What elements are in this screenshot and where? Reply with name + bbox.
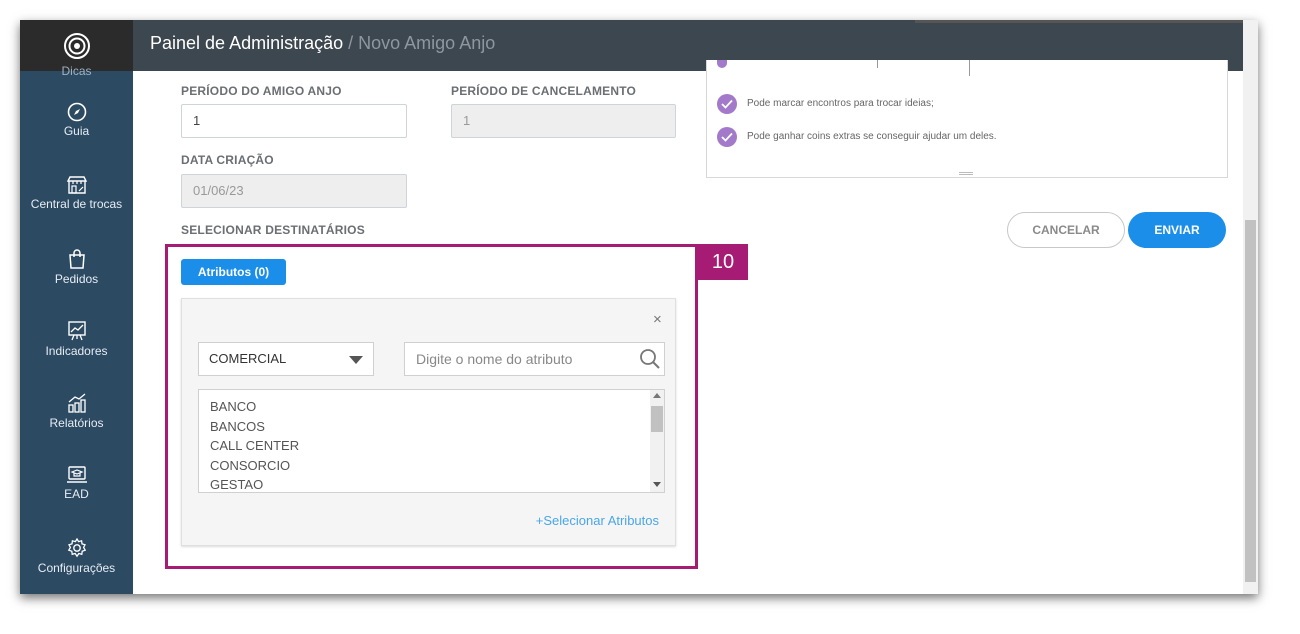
sidebar-item-label: Dicas — [61, 64, 92, 78]
breadcrumb-separator: / — [343, 33, 359, 53]
info-item: Pode marcar encontros para trocar ideias… — [747, 98, 934, 109]
data-criacao-label: DATA CRIAÇÃO — [181, 153, 274, 167]
info-panel: Pode marcar encontros para trocar ideias… — [706, 60, 1228, 178]
check-icon — [717, 94, 737, 114]
list-item[interactable]: CALL CENTER — [210, 438, 299, 453]
check-icon-partial — [717, 60, 727, 68]
periodo-cancelamento-label: PERÍODO DE CANCELAMENTO — [451, 84, 637, 98]
caret-down-icon — [349, 356, 363, 364]
sidebar-item-label: Guia — [63, 124, 90, 138]
sidebar-item-label: Relatórios — [49, 416, 104, 430]
add-attributes-link[interactable]: +Selecionar Atributos — [536, 513, 659, 528]
attributes-panel: × COMERCIAL Digite o nome do atributo BA… — [181, 298, 676, 546]
category-select[interactable]: COMERCIAL — [198, 342, 374, 376]
sidebar-item-guia[interactable]: Guia — [20, 102, 133, 138]
search-icon[interactable] — [639, 348, 661, 370]
scroll-down-icon[interactable] — [653, 482, 661, 487]
page-scrollbar[interactable] — [1243, 20, 1258, 594]
list-item[interactable]: GESTAO — [210, 477, 263, 492]
cancel-button[interactable]: CANCELAR — [1007, 212, 1125, 248]
sidebar-item-dicas[interactable]: Dicas — [20, 64, 133, 78]
selecionar-destinatarios-label: SELECIONAR DESTINATÁRIOS — [181, 223, 365, 237]
annotation-badge: 10 — [698, 244, 748, 280]
sidebar-item-label: Central de trocas — [30, 197, 123, 211]
chart-board-icon — [67, 321, 86, 341]
list-item[interactable]: BANCOS — [210, 419, 265, 434]
attribute-listbox[interactable]: BANCO BANCOS CALL CENTER CONSORCIO GESTA… — [198, 389, 665, 493]
tab-atributos[interactable]: Atributos (0) — [181, 259, 286, 285]
sidebar-item-pedidos[interactable]: Pedidos — [20, 248, 133, 286]
breadcrumb: Novo Amigo Anjo — [358, 33, 496, 53]
bar-growth-icon — [67, 393, 86, 413]
header-title: Painel de Administração — [150, 33, 344, 53]
divider — [969, 60, 970, 76]
logo-icon — [63, 32, 90, 59]
sidebar-item-ead[interactable]: EAD — [20, 465, 133, 501]
send-button[interactable]: ENVIAR — [1128, 212, 1226, 248]
info-item: Pode ganhar coins extras se conseguir aj… — [747, 131, 997, 142]
laptop-cap-icon — [66, 466, 87, 483]
periodo-amigo-label: PERÍODO DO AMIGO ANJO — [181, 84, 342, 98]
page-title: Painel de Administração / Novo Amigo Anj… — [150, 33, 495, 54]
sidebar-item-label: Pedidos — [54, 272, 99, 286]
scroll-up-icon[interactable] — [653, 393, 661, 398]
store-icon — [66, 176, 87, 194]
sidebar-item-label: Indicadores — [45, 344, 108, 358]
check-icon — [717, 127, 737, 147]
sidebar-item-label: Configurações — [37, 561, 116, 575]
divider — [877, 60, 878, 68]
list-item[interactable]: BANCO — [210, 399, 256, 414]
periodo-cancelamento-input: 1 — [451, 104, 676, 138]
top-strip — [915, 20, 1243, 23]
resize-handle-icon[interactable] — [959, 172, 973, 173]
attribute-search-placeholder: Digite o nome do atributo — [416, 351, 573, 367]
page-scroll-thumb[interactable] — [1245, 220, 1256, 582]
sidebar-item-indicadores[interactable]: Indicadores — [20, 320, 133, 358]
listbox-scrollbar[interactable] — [650, 390, 664, 492]
periodo-amigo-input[interactable]: 1 — [181, 104, 407, 138]
list-item[interactable]: CONSORCIO — [210, 458, 290, 473]
sidebar-item-configuracoes[interactable]: Configurações — [20, 537, 133, 575]
category-select-value: COMERCIAL — [209, 351, 287, 366]
close-icon[interactable]: × — [653, 311, 662, 328]
shopping-bag-icon — [68, 249, 85, 269]
sidebar-item-label: EAD — [64, 487, 89, 501]
sidebar-item-relatorios[interactable]: Relatórios — [20, 392, 133, 430]
attribute-search-input[interactable]: Digite o nome do atributo — [404, 342, 665, 376]
gear-icon — [67, 537, 86, 558]
data-criacao-input: 01/06/23 — [181, 174, 407, 208]
compass-icon — [67, 102, 86, 122]
app-window: Dicas Guia Central de trocas Pedidos Ind… — [20, 20, 1258, 594]
resize-handle-icon[interactable] — [959, 174, 973, 175]
sidebar: Dicas Guia Central de trocas Pedidos Ind… — [20, 20, 133, 594]
listbox-scroll-thumb[interactable] — [651, 406, 663, 432]
sidebar-item-central-de-trocas[interactable]: Central de trocas — [20, 175, 133, 211]
